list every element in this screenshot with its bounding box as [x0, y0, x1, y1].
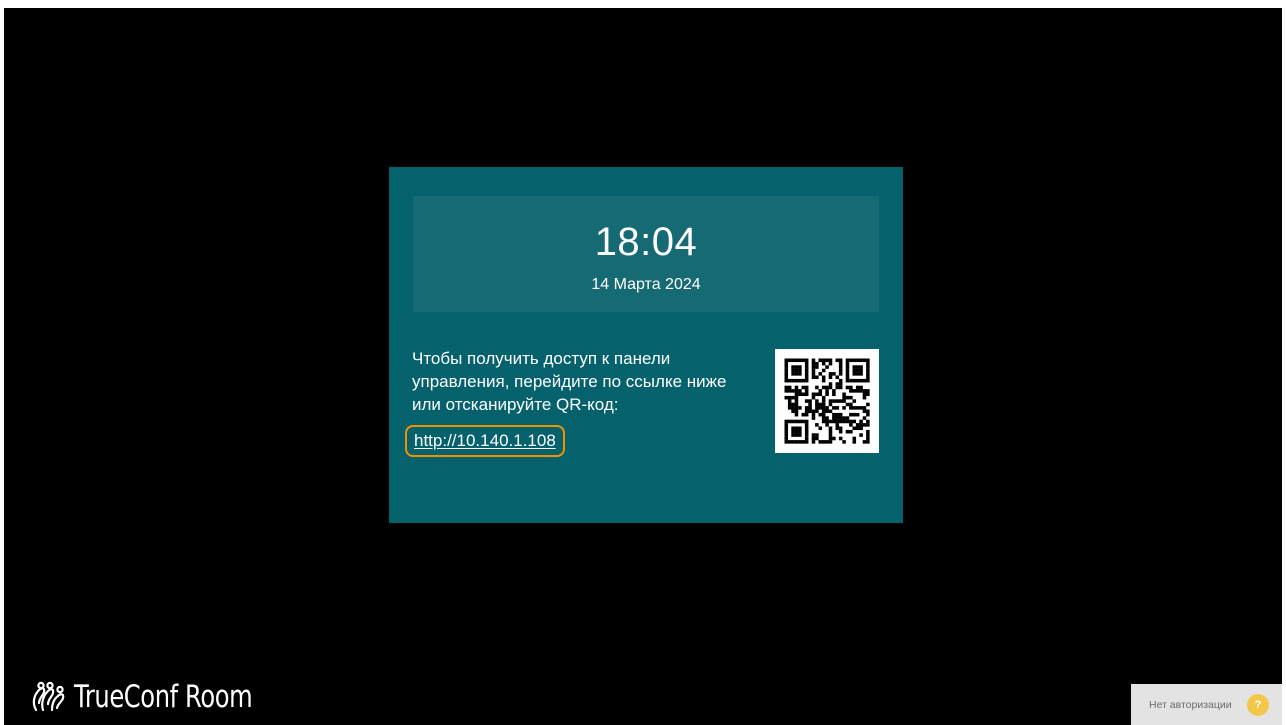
clock-panel: 18:04 14 Марта 2024: [413, 196, 879, 312]
auth-status-badge[interactable]: Нет авторизации ?: [1131, 684, 1282, 725]
control-panel-link-highlight[interactable]: http://10.140.1.108: [405, 425, 565, 457]
access-instructions: Чтобы получить доступ к панели управлени…: [412, 349, 727, 414]
qr-code-icon: [775, 349, 879, 453]
trueconf-logo-icon: [32, 681, 65, 712]
help-icon[interactable]: ?: [1247, 694, 1269, 716]
brand: TrueConf Room: [30, 680, 303, 714]
room-screen: 18:04 14 Марта 2024 Чтобы получить досту…: [4, 8, 1282, 725]
brand-name: TrueConf Room: [74, 679, 253, 715]
control-panel-link[interactable]: http://10.140.1.108: [414, 431, 556, 451]
control-panel-card: 18:04 14 Марта 2024 Чтобы получить досту…: [389, 167, 903, 523]
clock-time: 18:04: [594, 220, 698, 264]
clock-date: 14 Марта 2024: [591, 276, 701, 293]
auth-status-label: Нет авторизации: [1149, 698, 1232, 711]
